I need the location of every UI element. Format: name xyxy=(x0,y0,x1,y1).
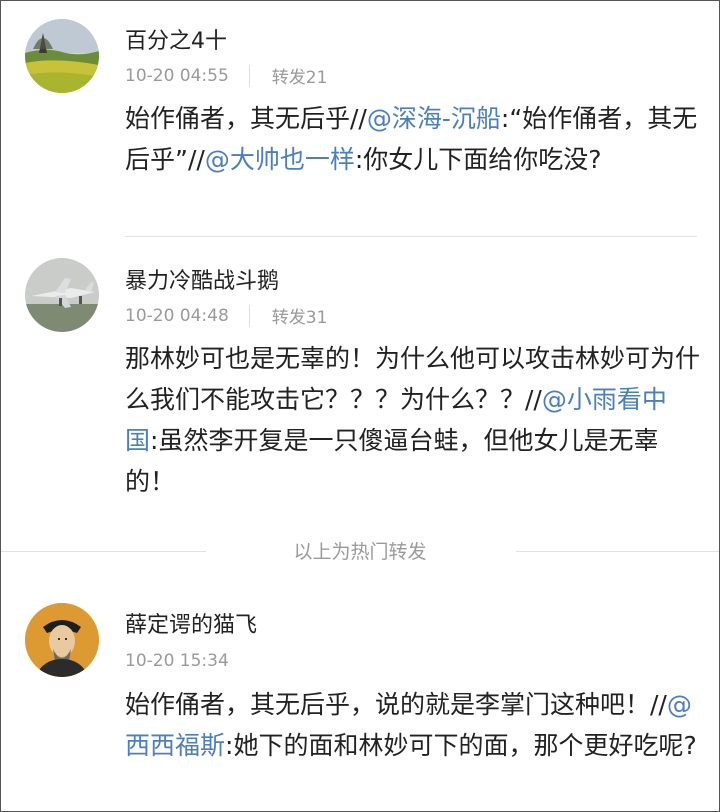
author-name[interactable]: 薛定谔的猫飞 xyxy=(125,607,257,639)
user-mention-link[interactable]: @深海-沉船 xyxy=(367,104,501,133)
comment-text: 始作俑者，其无后乎//@深海-沉船:“始作俑者，其无后乎”//@大帅也一样:你女… xyxy=(125,98,700,180)
comment-item: 暴力冷酷战斗鹅 10-20 04:48 转发31 那林妙可也是无辜的！为什么他可… xyxy=(1,237,719,527)
comment-text: 那林妙可也是无辜的！为什么他可以攻击林妙可为什么我们不能攻击它？？？为什么？？/… xyxy=(125,338,700,502)
comment-item: 百分之4十 10-20 04:55 转发21 始作俑者，其无后乎//@深海-沉船… xyxy=(1,1,719,237)
comment-text-segment: :虽然李开复是一只傻逼台蛙，但他女儿是无辜的！ xyxy=(125,426,659,496)
repost-count[interactable]: 转发21 xyxy=(272,63,328,88)
landscape-avatar-icon[interactable] xyxy=(25,19,99,93)
author-name[interactable]: 百分之4十 xyxy=(125,23,227,55)
comment-text-segment: :你女儿下面给你吃没? xyxy=(354,145,602,174)
separator-line-right xyxy=(516,551,719,552)
meta-divider xyxy=(248,304,250,327)
comment-text-segment: 始作俑者，其无后乎，说的就是李掌门这种吧！// xyxy=(125,690,667,719)
hot-reposts-separator: 以上为热门转发 xyxy=(1,531,719,571)
comment-item: 薛定谔的猫飞 10-20 15:34 始作俑者，其无后乎，说的就是李掌门这种吧！… xyxy=(1,581,719,811)
comment-meta: 10-20 04:48 转发31 xyxy=(125,303,327,328)
meta-divider xyxy=(248,64,250,87)
portrait-avatar-icon[interactable] xyxy=(25,603,99,677)
user-mention-link[interactable]: @大帅也一样 xyxy=(205,145,355,174)
timestamp: 10-20 04:55 xyxy=(125,65,229,86)
timestamp: 10-20 04:48 xyxy=(125,305,229,326)
aircraft-avatar-icon[interactable] xyxy=(25,258,99,332)
repost-list: 百分之4十 10-20 04:55 转发21 始作俑者，其无后乎//@深海-沉船… xyxy=(0,0,720,812)
comment-meta: 10-20 04:55 转发21 xyxy=(125,63,327,88)
timestamp: 10-20 15:34 xyxy=(125,651,229,671)
repost-count[interactable]: 转发31 xyxy=(272,303,328,328)
comment-text: 始作俑者，其无后乎，说的就是李掌门这种吧！//@西西福斯:她下的面和林妙可下的面… xyxy=(125,684,700,766)
comment-meta: 10-20 15:34 xyxy=(125,651,229,671)
comment-text-segment: :她下的面和林妙可下的面，那个更好吃呢? xyxy=(225,731,697,760)
author-name[interactable]: 暴力冷酷战斗鹅 xyxy=(125,263,279,295)
comment-text-segment: 始作俑者，其无后乎// xyxy=(125,104,367,133)
